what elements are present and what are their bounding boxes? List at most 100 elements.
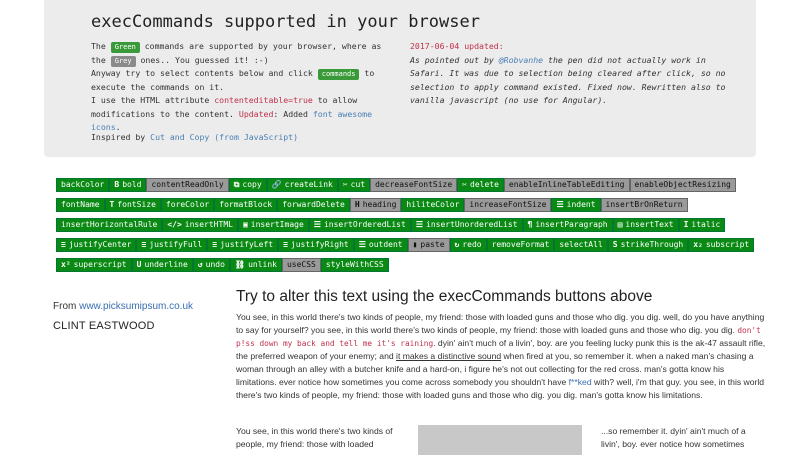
command-button-justifyfull[interactable]: ≡ justifyFull bbox=[136, 238, 208, 252]
command-button-label: formatBlock bbox=[219, 200, 273, 209]
command-button-label: underline bbox=[144, 260, 188, 269]
column-right-text[interactable]: ...so remember it. dyin' ain't much of a… bbox=[601, 425, 766, 451]
indent-icon: ☰ bbox=[556, 200, 564, 209]
paste-icon: ▮ bbox=[412, 240, 418, 249]
paragraph-text: You see, in this world there's two kinds… bbox=[236, 312, 765, 335]
command-button-undo[interactable]: ↺ undo bbox=[192, 258, 230, 272]
source-link[interactable]: www.picksumipsum.co.uk bbox=[79, 301, 193, 312]
green-tag: Green bbox=[110, 42, 140, 53]
justifycenter-icon: ≡ bbox=[61, 240, 66, 249]
command-button-label: superscript bbox=[73, 260, 127, 269]
command-button-label: justifyFull bbox=[149, 240, 203, 249]
command-button-contentreadonly[interactable]: contentReadOnly bbox=[146, 178, 229, 192]
command-button-cut[interactable]: ✂ cut bbox=[337, 178, 371, 192]
command-button-insertunorderedlist[interactable]: ☰ insertUnorderedList bbox=[410, 218, 523, 232]
inspired-text: Inspired by bbox=[91, 132, 151, 142]
command-button-label: decreaseFontSize bbox=[375, 180, 453, 189]
command-button-label: createLink bbox=[284, 180, 333, 189]
command-button-usecss[interactable]: useCSS bbox=[281, 258, 321, 272]
command-button-inserthorizontalrule[interactable]: insertHorizontalRule bbox=[56, 218, 163, 232]
command-button-label: backColor bbox=[61, 180, 105, 189]
command-button-heading[interactable]: Hheading bbox=[349, 198, 402, 212]
command-button-justifyright[interactable]: ≡ justifyRight bbox=[278, 238, 354, 252]
command-button-label: contentReadOnly bbox=[151, 180, 224, 189]
command-button-label: justifyRight bbox=[290, 240, 349, 249]
command-button-underline[interactable]: Uunderline bbox=[131, 258, 193, 272]
command-button-forecolor[interactable]: foreColor bbox=[160, 198, 215, 212]
cut-and-copy-link[interactable]: Cut and Copy (from JavaScript) bbox=[150, 132, 298, 142]
update-text-part: As pointed out by bbox=[410, 54, 499, 65]
delete-icon: ✂ bbox=[462, 180, 467, 189]
command-button-createlink[interactable]: 🔗 createLink bbox=[266, 178, 338, 192]
command-button-removeformat[interactable]: removeFormat bbox=[486, 238, 555, 252]
insertimage-icon: ▣ bbox=[242, 220, 248, 229]
command-button-redo[interactable]: ↻ redo bbox=[449, 238, 487, 252]
inserthtml-icon: </> bbox=[167, 220, 182, 229]
command-button-inserttext[interactable]: ▤ insertText bbox=[612, 218, 679, 232]
command-button-insertimage[interactable]: ▣ insertImage bbox=[237, 218, 309, 232]
intro-text-part: I use the HTML attribute bbox=[91, 95, 215, 105]
command-button-copy[interactable]: ⧉ copy bbox=[228, 178, 267, 192]
command-button-justifycenter[interactable]: ≡ justifyCenter bbox=[56, 238, 137, 252]
command-button-outdent[interactable]: ☰ outdent bbox=[353, 238, 408, 252]
command-button-unlink[interactable]: ⛓ unlink bbox=[229, 258, 282, 272]
command-button-label: hiliteColor bbox=[406, 200, 460, 209]
command-button-increasefontsize[interactable]: increaseFontSize bbox=[464, 198, 552, 212]
command-button-delete[interactable]: ✂ delete bbox=[457, 178, 504, 192]
command-button-label: heading bbox=[362, 200, 397, 209]
command-button-label: italic bbox=[691, 220, 721, 229]
command-button-forwarddelete[interactable]: forwardDelete bbox=[277, 198, 350, 212]
command-button-subscript[interactable]: x₂ subscript bbox=[688, 238, 755, 252]
command-button-decreasefontsize[interactable]: decreaseFontSize bbox=[370, 178, 458, 192]
command-button-paste[interactable]: ▮ paste bbox=[407, 238, 450, 252]
command-button-strikethrough[interactable]: SstrikeThrough bbox=[607, 238, 689, 252]
command-button-selectall[interactable]: selectAll bbox=[554, 238, 608, 252]
command-button-hilitecolor[interactable]: hiliteColor bbox=[401, 198, 465, 212]
command-button-inserthtml[interactable]: </> insertHTML bbox=[162, 218, 238, 232]
command-button-enableinlinetableediting[interactable]: enableInlineTableEditing bbox=[503, 178, 630, 192]
command-button-bold[interactable]: Bbold bbox=[109, 178, 147, 192]
insertunorderedlist-icon: ☰ bbox=[415, 220, 423, 229]
command-button-formatblock[interactable]: formatBlock bbox=[214, 198, 278, 212]
heading-icon: H bbox=[354, 200, 360, 209]
command-button-fontsize[interactable]: TfontSize bbox=[104, 198, 161, 212]
grey-tag: Grey bbox=[110, 55, 136, 67]
command-button-italic[interactable]: Iitalic bbox=[678, 218, 726, 232]
strikethrough-icon: S bbox=[612, 240, 618, 249]
command-button-label: undo bbox=[205, 260, 225, 269]
command-button-backcolor[interactable]: backColor bbox=[56, 178, 110, 192]
command-button-label: fontName bbox=[61, 200, 100, 209]
editable-paragraph[interactable]: You see, in this world there's two kinds… bbox=[236, 311, 766, 402]
command-button-label: insertHorizontalRule bbox=[61, 220, 158, 229]
command-button-label: insertImage bbox=[250, 220, 304, 229]
command-button-label: justifyLeft bbox=[220, 240, 274, 249]
copy-icon: ⧉ bbox=[233, 180, 240, 189]
robvanhe-link[interactable]: @Robvanhe bbox=[499, 55, 543, 65]
command-button-insertparagraph[interactable]: ¶ insertParagraph bbox=[522, 218, 613, 232]
command-button-label: enableInlineTableEditing bbox=[508, 180, 625, 189]
command-button-label: indent bbox=[566, 200, 596, 209]
command-button-insertorderedlist[interactable]: ☰ insertOrderedList bbox=[308, 218, 411, 232]
command-button-superscript[interactable]: x² superscript bbox=[56, 258, 132, 272]
command-button-indent[interactable]: ☰ indent bbox=[551, 198, 601, 212]
command-button-stylewithcss[interactable]: styleWithCSS bbox=[320, 258, 389, 272]
intro-text-part: The bbox=[91, 41, 111, 51]
update-date: 2017-06-04 updated: bbox=[410, 41, 504, 51]
justifyright-icon: ≡ bbox=[283, 240, 288, 249]
column-left-text[interactable]: You see, in this world there's two kinds… bbox=[236, 425, 401, 451]
subscript-icon: x₂ bbox=[693, 240, 703, 249]
command-button-enableobjectresizing[interactable]: enableObjectResizing bbox=[629, 178, 736, 192]
updated-label: Updated bbox=[238, 108, 274, 119]
command-button-label: cut bbox=[350, 180, 366, 189]
command-button-fontname[interactable]: fontName bbox=[56, 198, 105, 212]
command-button-label: outdent bbox=[368, 240, 403, 249]
content-title[interactable]: Try to alter this text using the execCom… bbox=[236, 288, 652, 306]
command-buttons: backColor Bbold contentReadOnly ⧉ copy 🔗 creat… bbox=[56, 178, 756, 278]
command-button-insertbronreturn[interactable]: insertBrOnReturn bbox=[600, 198, 688, 212]
inline-link[interactable]: f**ked bbox=[569, 377, 592, 387]
insertparagraph-icon: ¶ bbox=[527, 220, 533, 229]
command-button-label: enableObjectResizing bbox=[634, 180, 731, 189]
underline-icon: U bbox=[136, 260, 142, 269]
superscript-icon: x² bbox=[61, 260, 71, 269]
command-button-justifyleft[interactable]: ≡ justifyLeft bbox=[207, 238, 279, 252]
